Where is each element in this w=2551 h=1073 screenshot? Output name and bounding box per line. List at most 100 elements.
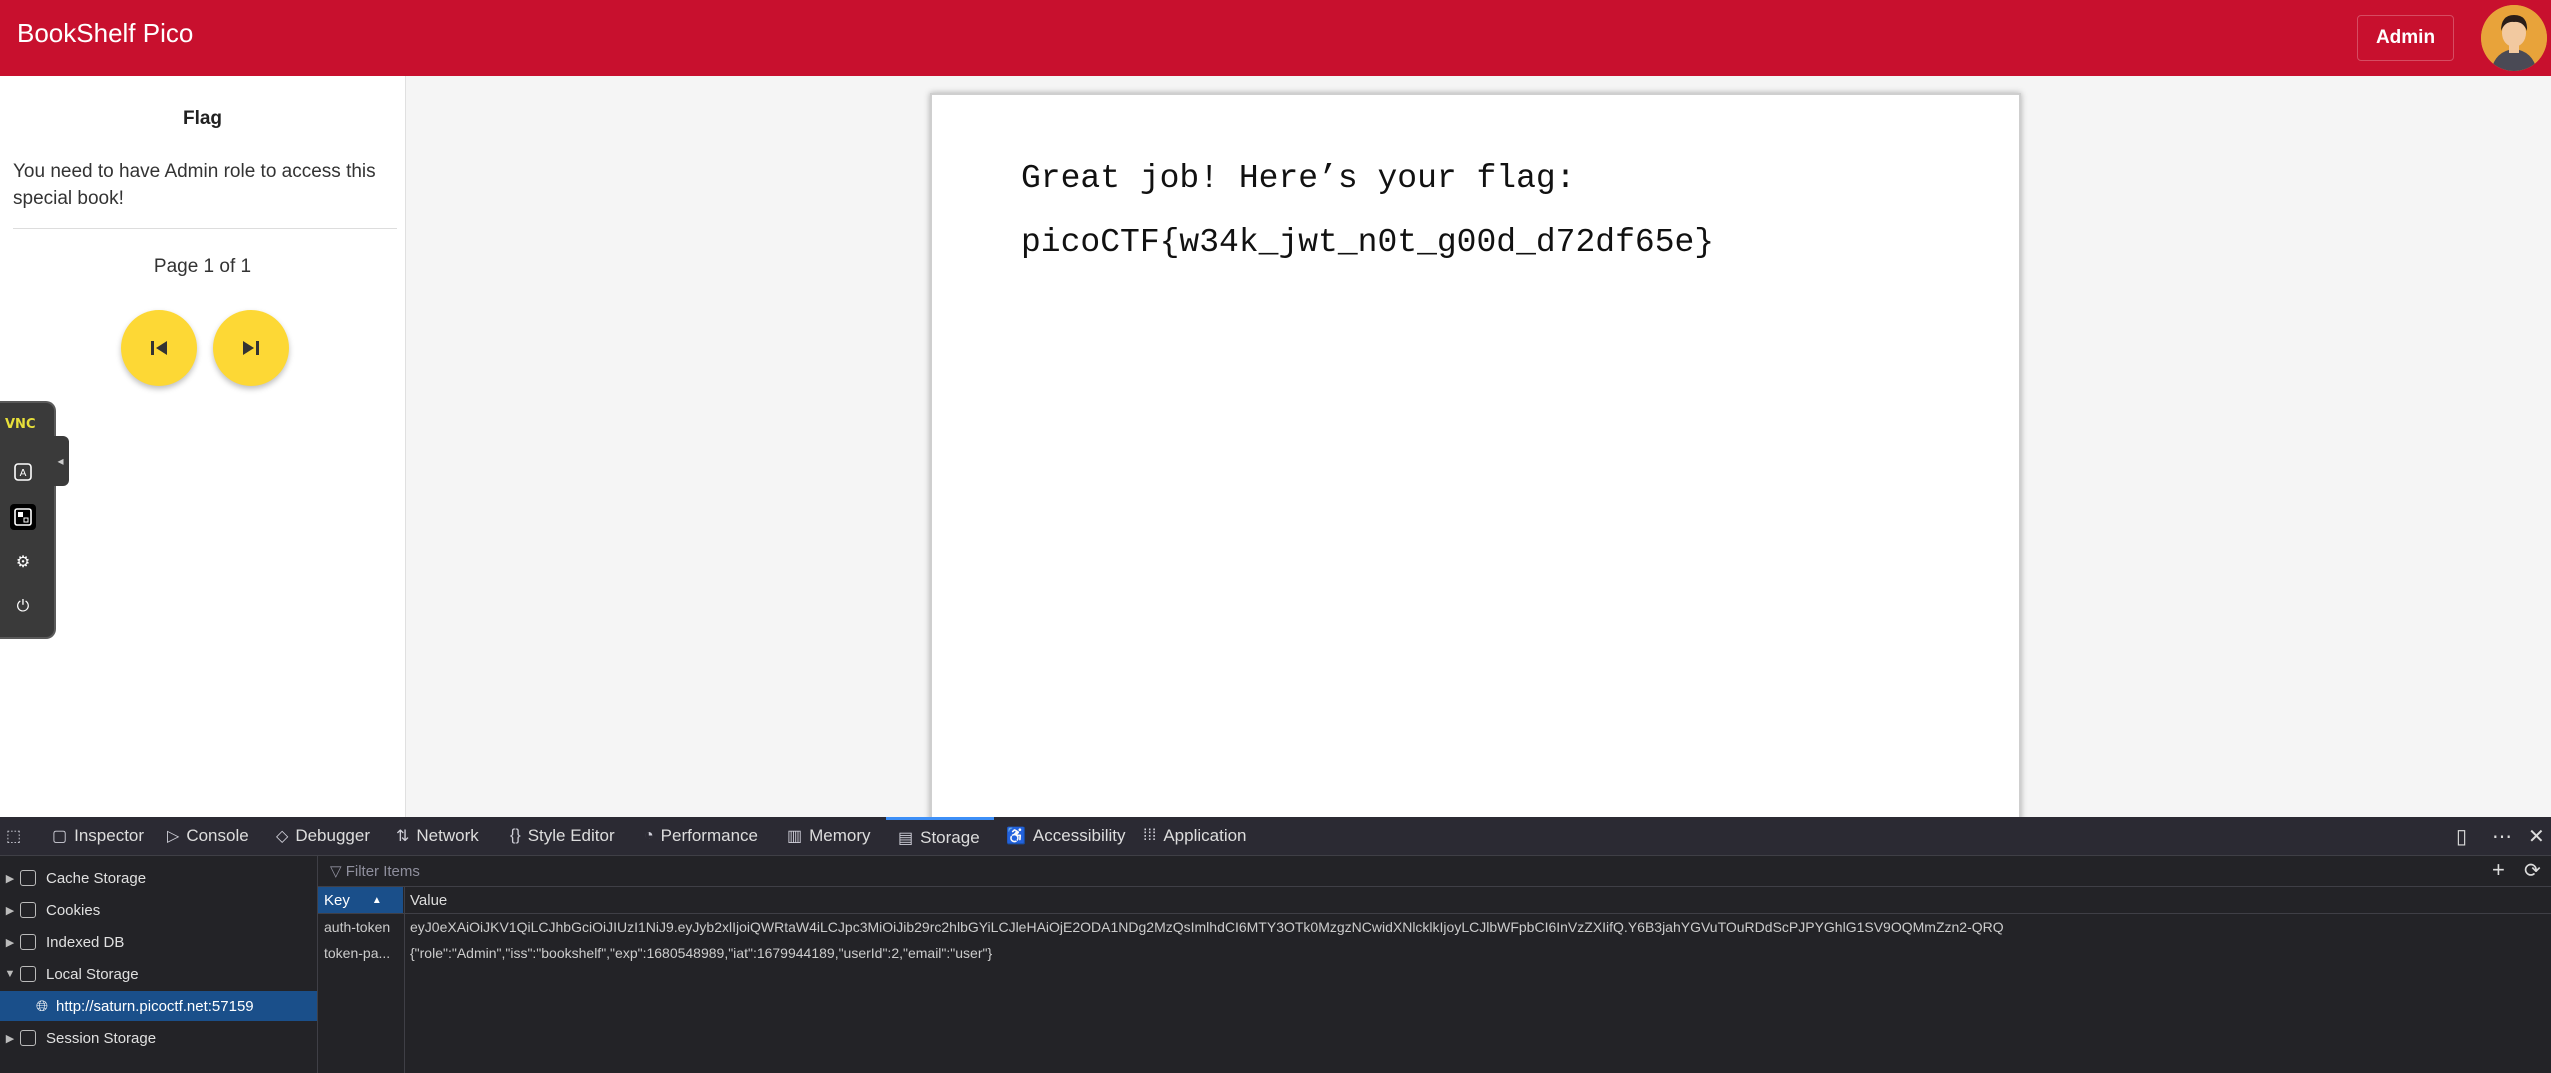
fullscreen-button[interactable] [10,504,36,530]
row-value: eyJ0eXAiOiJKV1QiLCJhbGciOiJIUzI1NiJ9.eyJ… [410,919,2004,935]
access-message: You need to have Admin role to access th… [13,161,376,209]
tree-item-cookies[interactable]: ▶ Cookies [0,895,317,925]
sidebar-title: Flag [182,108,223,129]
tab-performance[interactable]: ◔ Performance [644,817,758,855]
table-row[interactable]: token-pa... {"role":"Admin","iss":"books… [318,940,2551,966]
book-page: Great job! Here’s your flag: picoCTF{w34… [930,93,2021,823]
storage-icon: ▤ [898,829,914,847]
refresh-icon: ⟳ [2524,860,2541,882]
tree-label: Cookies [46,901,101,919]
style-editor-icon: {} [510,827,521,844]
element-picker-icon: ⬚ [6,828,22,845]
performance-icon: ◔ [644,827,654,844]
tree-label: Session Storage [46,1029,157,1047]
refresh-button[interactable]: ⟳ [2524,858,2541,883]
tree-item-local-storage[interactable]: ▼ Local Storage [0,959,317,989]
storage-tree: ▶ Cache Storage ▶ Cookies ▶ Indexed DB ▼ Loc… [0,856,318,1073]
close-devtools-button[interactable]: ✕ [2528,817,2545,855]
plus-icon: + [2492,857,2505,882]
row-key: token-pa... [324,945,391,961]
database-icon [20,934,36,950]
vnc-logo: VNC [5,417,36,432]
table-row[interactable]: auth-token eyJ0eXAiOiJKV1QiLCJhbGciOiJIU… [318,914,2551,940]
column-header-key[interactable]: Key ▲ [318,887,403,913]
filter-placeholder: Filter Items [345,863,420,880]
tab-label: Network [416,826,479,845]
devtools-tabbar: ⬚ ▢ Inspector ▷ Console ◇ Debugger ⇅ Network… [0,817,2551,856]
dock-button[interactable]: ▯ [2456,817,2467,855]
chevron-right-icon: ▶ [5,904,15,917]
accessibility-icon: ♿ [1006,828,1026,845]
network-icon: ⇅ [396,828,410,845]
tree-item-indexed-db[interactable]: ▶ Indexed DB [0,927,317,957]
database-icon [20,966,36,982]
divider [13,228,397,229]
tab-debugger[interactable]: ◇ Debugger [276,817,370,855]
column-header-value[interactable]: Value [410,887,447,913]
add-item-button[interactable]: + [2492,857,2505,883]
tab-memory[interactable]: ▥ Memory [787,817,871,855]
inspector-icon: ▢ [52,828,68,845]
table-header: Key ▲ Value [318,887,2551,914]
app-title[interactable]: BookShelf Pico [17,18,193,49]
tab-inspector[interactable]: ▢ Inspector [52,817,144,855]
filter-bar: ▽ Filter Items + ⟳ [318,856,2551,887]
tab-console[interactable]: ▷ Console [167,817,249,855]
flag-value: picoCTF{w34k_jwt_n0t_g00d_d72df65e} [1021,224,1715,261]
power-icon: ⏻ [16,598,30,615]
tab-label: Console [186,826,249,845]
vnc-panel-handle[interactable]: ◂ [52,436,69,486]
tree-item-session-storage[interactable]: ▶ Session Storage [0,1023,317,1053]
element-picker-button[interactable]: ⬚ [6,817,32,855]
tab-network[interactable]: ⇅ Network [396,817,479,855]
more-options-button[interactable]: ⋯ [2492,817,2512,855]
avatar[interactable] [2481,5,2547,71]
column-key-label: Key [324,891,350,909]
svg-text:A: A [20,468,27,479]
keyboard-button[interactable]: A [10,459,36,485]
flag-heading: Great job! Here’s your flag: [1021,160,1576,197]
sort-ascending-icon: ▲ [371,894,382,906]
console-icon: ▷ [167,828,180,845]
filter-input[interactable]: ▽ Filter Items [330,862,420,880]
page-indicator: Page 1 of 1 [153,256,252,277]
settings-button[interactable]: ⚙ [10,549,36,575]
app-bar: BookShelf Pico Admin [0,0,2551,76]
tab-label: Inspector [74,826,145,845]
tab-accessibility[interactable]: ♿ Accessibility [1006,817,1126,855]
tree-label: Local Storage [46,965,139,983]
globe-icon: 🌐︎ [36,997,49,1015]
tree-item-cache-storage[interactable]: ▶ Cache Storage [0,863,317,893]
chevron-right-icon: ▶ [5,872,15,885]
tab-label: Application [1163,826,1247,845]
application-icon: ⁞⁞⁞ [1143,827,1157,844]
row-value: {"role":"Admin","iss":"bookshelf","exp":… [410,945,993,961]
tab-label: Memory [809,826,871,845]
user-avatar-icon [2481,5,2547,71]
chevron-down-icon: ▼ [4,968,16,980]
column-separator[interactable] [404,887,405,1073]
tab-label: Debugger [295,826,370,845]
tab-storage[interactable]: ▤ Storage [886,817,994,855]
next-page-button[interactable] [213,310,289,386]
tab-label: Accessibility [1032,826,1126,845]
tree-label: Cache Storage [46,869,147,887]
devtools-panel: ⬚ ▢ Inspector ▷ Console ◇ Debugger ⇅ Network… [0,817,2551,1073]
row-key: auth-token [324,919,391,935]
tab-label: Style Editor [527,826,615,845]
tab-label: Performance [660,826,758,845]
tab-application[interactable]: ⁞⁞⁞ Application [1143,817,1247,855]
tree-item-origin[interactable]: 🌐︎ http://saturn.picoctf.net:57159 [0,991,317,1021]
close-icon: ✕ [2528,825,2545,848]
tab-label: Storage [920,827,980,847]
admin-user-button[interactable]: Admin [2357,15,2454,61]
gear-icon: ⚙ [15,554,31,571]
database-icon [20,902,36,918]
database-icon [20,1030,36,1046]
tab-style-editor[interactable]: {} Style Editor [510,817,615,855]
power-button[interactable]: ⏻ [10,594,36,620]
previous-page-button[interactable] [121,310,197,386]
skip-previous-icon [151,341,167,355]
debugger-icon: ◇ [276,828,289,845]
more-icon: ⋯ [2492,825,2512,848]
